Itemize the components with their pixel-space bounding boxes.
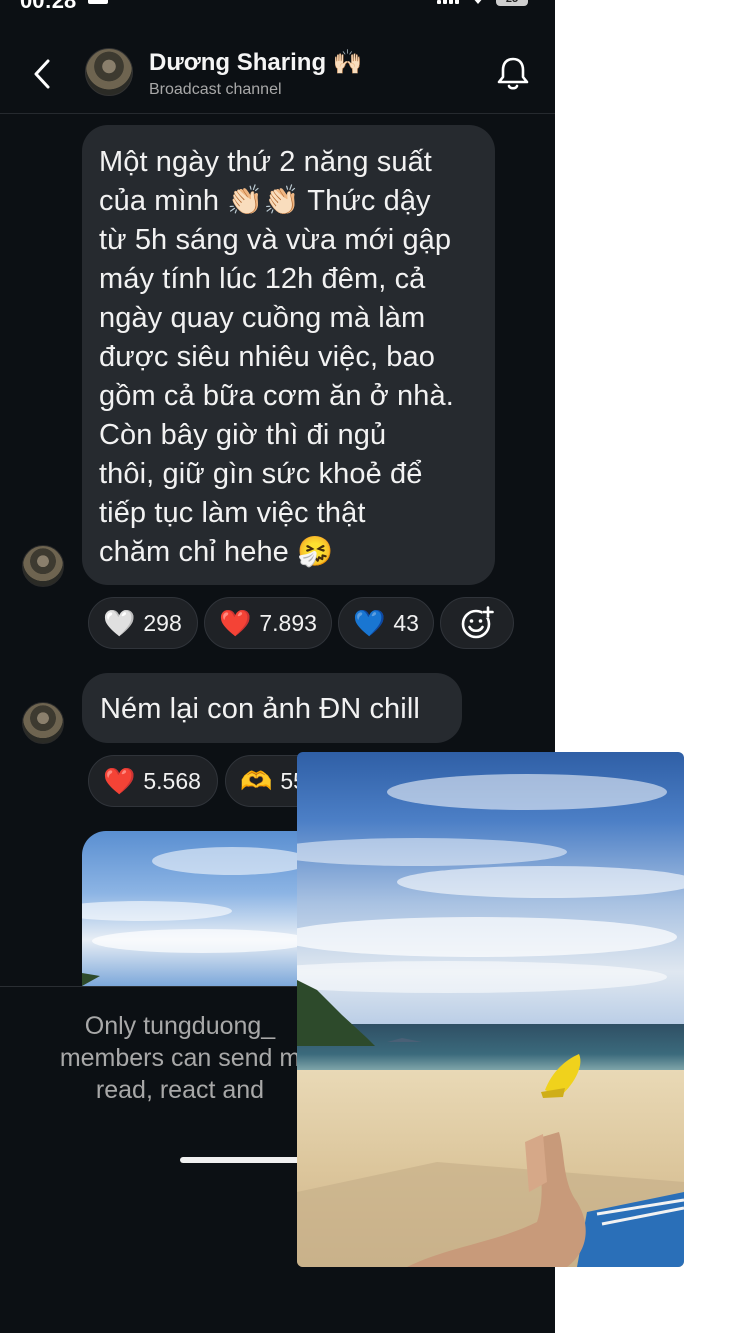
photo-foreground (297, 1054, 684, 1267)
red-heart-icon: ❤️ (103, 766, 136, 796)
sender-avatar[interactable] (22, 702, 64, 744)
thumbnail-photo (82, 847, 297, 986)
beach-photo (297, 752, 684, 1267)
home-indicator[interactable] (180, 1157, 310, 1163)
sender-avatar[interactable] (22, 545, 64, 587)
reaction-count: 298 (143, 609, 182, 636)
channel-subtitle: Broadcast channel (149, 81, 282, 98)
status-bar: 00:28 25 (0, 0, 555, 20)
reaction-red-heart[interactable]: ❤️ 5.568 (88, 755, 218, 807)
cellular-signal-icon (437, 0, 461, 4)
heart-hands-icon: 🫶 (240, 766, 273, 796)
reaction-red-heart[interactable]: ❤️ 7.893 (204, 597, 332, 649)
reaction-blue-heart[interactable]: 💙 43 (338, 597, 434, 649)
red-heart-icon: ❤️ (219, 608, 252, 638)
bell-icon (497, 57, 529, 90)
add-reaction-icon (461, 606, 494, 639)
footer-divider (0, 986, 300, 987)
channel-header: Dương Sharing 🙌🏻 Broadcast channel (0, 30, 555, 114)
white-heart-icon: 🤍 (103, 608, 136, 638)
reaction-white-heart[interactable]: 🤍 298 (88, 597, 198, 649)
message-bubble[interactable]: Một ngày thứ 2 năng suất của mình 👏🏻👏🏻 T… (82, 125, 495, 585)
add-reaction-button[interactable] (440, 597, 514, 649)
chevron-left-icon (34, 59, 50, 89)
back-button[interactable] (28, 56, 58, 92)
channel-permission-notice: Only tungduong_ members can send m read,… (59, 1012, 301, 1104)
reaction-count: 5.568 (143, 767, 201, 794)
message-bubble[interactable]: Ném lại con ảnh ĐN chill (82, 673, 462, 743)
wifi-icon (474, 0, 482, 4)
channel-avatar[interactable] (85, 48, 133, 96)
notifications-button[interactable] (495, 54, 531, 92)
image-thumbnail[interactable] (82, 831, 297, 986)
battery-indicator: 25 (496, 0, 528, 6)
reaction-count: 7.893 (259, 609, 317, 636)
message-text: Một ngày thứ 2 năng suất của mình 👏🏻👏🏻 T… (99, 146, 454, 568)
reaction-count: 43 (393, 609, 419, 636)
channel-title[interactable]: Dương Sharing 🙌🏻 (149, 48, 363, 77)
sleep-focus-icon (88, 0, 108, 4)
blue-heart-icon: 💙 (353, 608, 386, 638)
message-text: Ném lại con ảnh ĐN chill (100, 693, 420, 725)
status-time: 00:28 (20, 0, 77, 13)
